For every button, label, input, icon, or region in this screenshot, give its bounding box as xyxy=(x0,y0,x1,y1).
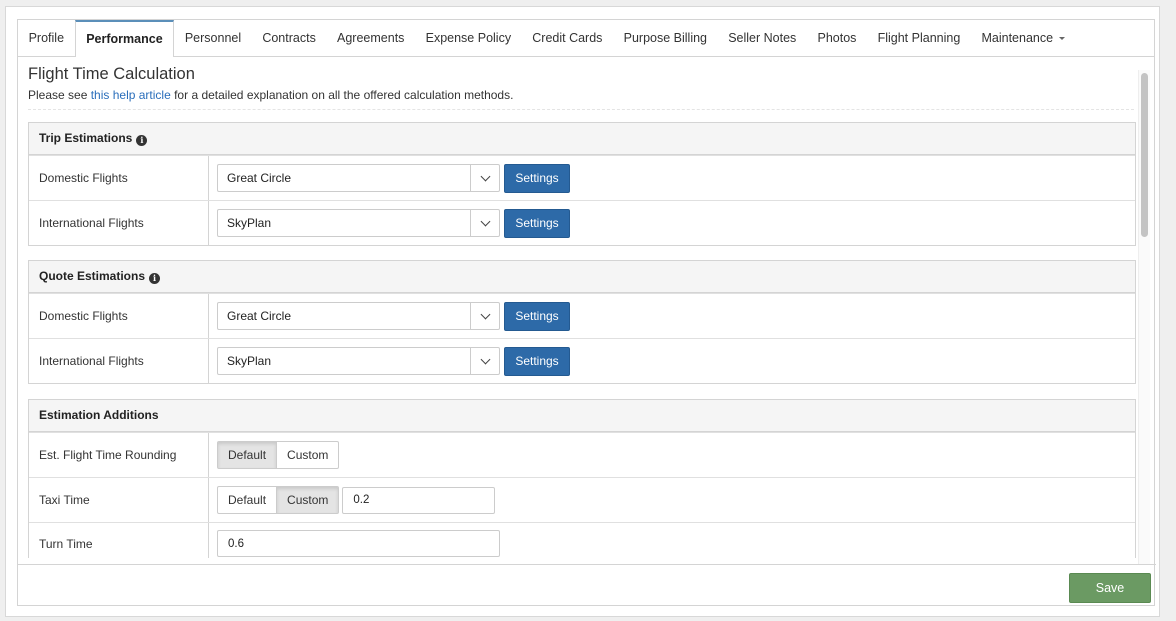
trip-domestic-row: Domestic Flights Great Circle Settings xyxy=(29,155,1135,200)
row-control: 0.6 xyxy=(209,523,1135,558)
tab-photos[interactable]: Photos xyxy=(807,20,867,56)
row-control: Great Circle Settings xyxy=(209,294,1135,338)
subtitle-text-after: for a detailed explanation on all the of… xyxy=(170,88,514,102)
quote-estimations-section: Quote Estimations i Domestic Flights Grea… xyxy=(28,260,1136,384)
trip-domestic-method-select[interactable]: Great Circle xyxy=(217,164,500,192)
estimation-additions-section: Estimation Additions Est. Flight Time Ro… xyxy=(28,399,1136,558)
help-article-link[interactable]: this help article xyxy=(91,88,171,102)
select-value: SkyPlan xyxy=(227,354,272,368)
tab-agreements[interactable]: Agreements xyxy=(326,20,415,56)
estimation-additions-heading: Estimation Additions xyxy=(39,408,159,422)
trip-estimations-heading: Trip Estimations xyxy=(39,131,133,145)
trip-international-row: International Flights SkyPlan Settings xyxy=(29,200,1135,245)
row-label: Taxi Time xyxy=(29,478,209,522)
row-label: Domestic Flights xyxy=(29,156,209,200)
tab-seller-notes[interactable]: Seller Notes xyxy=(718,20,807,56)
caret-down-icon xyxy=(1059,37,1066,41)
row-control: Default Custom 0.2 xyxy=(209,478,1135,522)
chevron-down-icon[interactable] xyxy=(470,348,499,374)
tab-profile[interactable]: Profile xyxy=(18,20,75,56)
row-control: SkyPlan Settings xyxy=(209,339,1135,383)
quote-international-method-select[interactable]: SkyPlan xyxy=(217,347,500,375)
info-icon[interactable]: i xyxy=(136,135,148,146)
row-control: Default Custom xyxy=(209,433,1135,477)
save-button[interactable]: Save xyxy=(1069,573,1151,603)
taxi-custom-option[interactable]: Custom xyxy=(277,486,340,514)
turn-time-row: Turn Time 0.6 xyxy=(29,522,1135,558)
select-value: SkyPlan xyxy=(227,216,272,230)
trip-international-method-select[interactable]: SkyPlan xyxy=(217,209,500,237)
tab-personnel[interactable]: Personnel xyxy=(174,20,251,56)
taxi-toggle: Default Custom xyxy=(217,486,340,514)
main-content: Flight Time Calculation Please see this … xyxy=(18,58,1138,558)
vertical-scrollbar[interactable] xyxy=(1138,70,1150,565)
tab-expense-policy[interactable]: Expense Policy xyxy=(415,20,522,56)
rounding-custom-option[interactable]: Custom xyxy=(277,441,340,469)
scrollbar-thumb[interactable] xyxy=(1141,73,1148,237)
row-label: Domestic Flights xyxy=(29,294,209,338)
rounding-row: Est. Flight Time Rounding Default Custom xyxy=(29,432,1135,477)
tab-bar: Profile Performance Personnel Contracts … xyxy=(18,20,1154,57)
row-label: Turn Time xyxy=(29,523,209,558)
tab-maintenance-label: Maintenance xyxy=(981,31,1054,45)
select-value: Great Circle xyxy=(227,309,292,323)
quote-domestic-row: Domestic Flights Great Circle Settings xyxy=(29,293,1135,338)
section-heading: Trip Estimations i xyxy=(29,123,1135,155)
rounding-default-option[interactable]: Default xyxy=(217,441,278,469)
taxi-time-input[interactable]: 0.2 xyxy=(342,486,496,514)
trip-international-settings-button[interactable]: Settings xyxy=(504,208,570,238)
page-title: Flight Time Calculation xyxy=(28,65,195,83)
quote-domestic-settings-button[interactable]: Settings xyxy=(504,301,570,331)
row-control: SkyPlan Settings xyxy=(209,201,1135,245)
quote-international-settings-button[interactable]: Settings xyxy=(504,346,570,376)
trip-domestic-settings-button[interactable]: Settings xyxy=(504,163,570,193)
turn-time-input[interactable]: 0.6 xyxy=(217,530,500,557)
row-label: Est. Flight Time Rounding xyxy=(29,433,209,477)
trip-estimations-section: Trip Estimations i Domestic Flights Great… xyxy=(28,122,1136,246)
quote-estimations-heading: Quote Estimations xyxy=(39,269,146,283)
chevron-down-icon[interactable] xyxy=(470,210,499,236)
tab-flight-planning[interactable]: Flight Planning xyxy=(867,20,971,56)
tab-credit-cards[interactable]: Credit Cards xyxy=(522,20,613,56)
tab-purpose-billing[interactable]: Purpose Billing xyxy=(613,20,718,56)
info-icon[interactable]: i xyxy=(149,273,161,284)
section-heading: Estimation Additions xyxy=(29,400,1135,432)
quote-international-row: International Flights SkyPlan Settings xyxy=(29,338,1135,383)
settings-panel: Profile Performance Personnel Contracts … xyxy=(17,19,1156,606)
tab-performance[interactable]: Performance xyxy=(74,20,175,57)
row-label: International Flights xyxy=(29,201,209,245)
taxi-time-row: Taxi Time Default Custom 0.2 xyxy=(29,477,1135,522)
page-frame: Profile Performance Personnel Contracts … xyxy=(5,6,1160,617)
tab-maintenance[interactable]: Maintenance xyxy=(971,20,1076,56)
divider xyxy=(28,109,1134,110)
quote-domestic-method-select[interactable]: Great Circle xyxy=(217,302,500,330)
rounding-toggle: Default Custom xyxy=(217,441,340,469)
tab-contracts[interactable]: Contracts xyxy=(252,20,327,56)
select-value: Great Circle xyxy=(227,171,292,185)
row-control: Great Circle Settings xyxy=(209,156,1135,200)
taxi-default-option[interactable]: Default xyxy=(217,486,278,514)
page-subtitle: Please see this help article for a detai… xyxy=(28,88,513,102)
row-label: International Flights xyxy=(29,339,209,383)
chevron-down-icon[interactable] xyxy=(470,303,499,329)
section-heading: Quote Estimations i xyxy=(29,261,1135,293)
footer-divider xyxy=(18,564,1156,565)
chevron-down-icon[interactable] xyxy=(470,165,499,191)
subtitle-text-before: Please see xyxy=(28,88,91,102)
